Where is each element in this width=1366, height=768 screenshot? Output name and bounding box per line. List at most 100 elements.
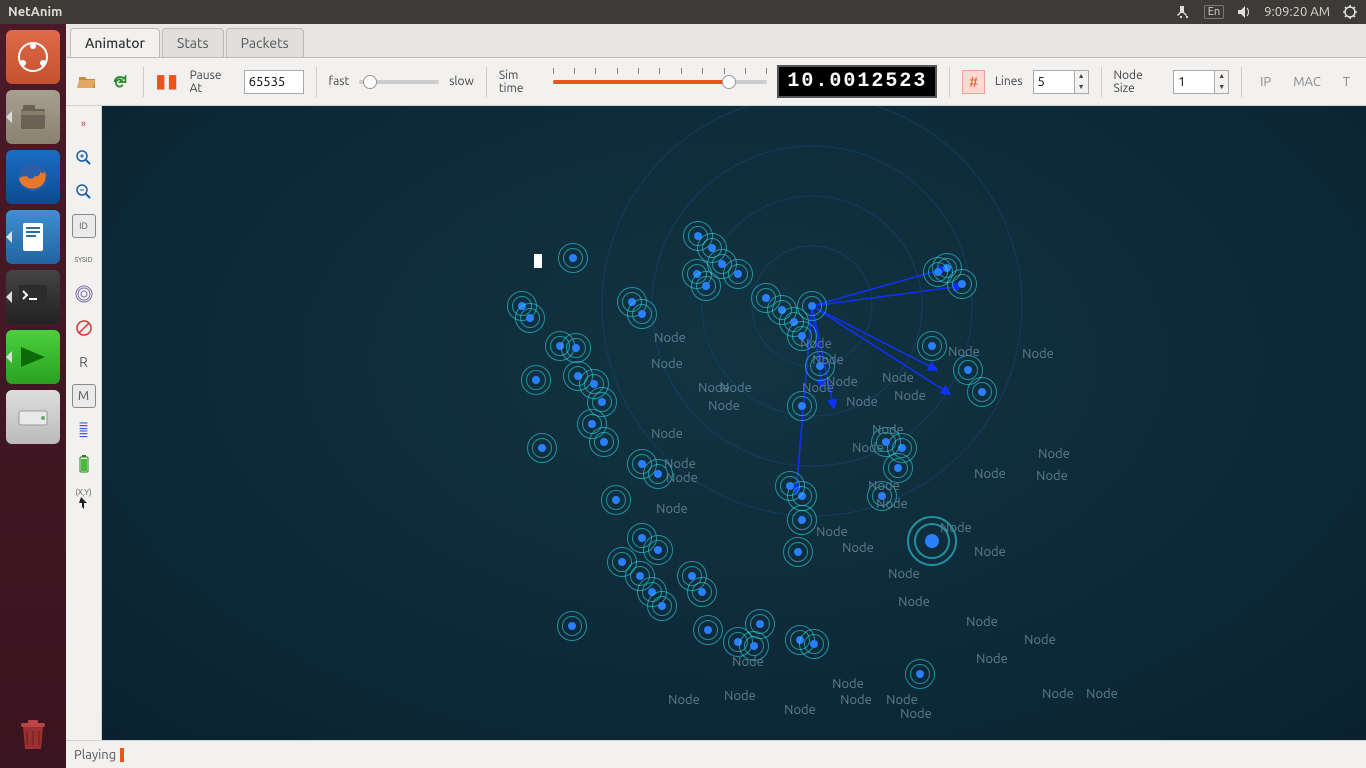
sim-node-label: Node: [852, 441, 884, 455]
sim-node[interactable]: [612, 496, 620, 504]
block-packets-toggle[interactable]: [72, 316, 96, 340]
battery-toggle[interactable]: [72, 452, 96, 476]
sim-node[interactable]: [654, 470, 662, 478]
sim-node[interactable]: [934, 268, 942, 276]
session-indicator[interactable]: [1342, 4, 1358, 20]
sim-node-label: Node: [724, 689, 756, 703]
sim-node[interactable]: [794, 548, 802, 556]
sim-node[interactable]: [654, 546, 662, 554]
sim-node[interactable]: [532, 376, 540, 384]
sim-node[interactable]: [786, 482, 794, 490]
sim-node-active[interactable]: [925, 534, 939, 548]
mobility-toggle[interactable]: M: [72, 384, 96, 408]
sim-node-label: Node: [1042, 687, 1074, 701]
sim-node-label: Node: [974, 467, 1006, 481]
keyboard-indicator[interactable]: En: [1204, 5, 1224, 19]
sim-node-label: Node: [651, 357, 683, 371]
sysid-toggle[interactable]: SYSID: [72, 248, 96, 272]
sim-node[interactable]: [704, 626, 712, 634]
step-button[interactable]: »: [72, 112, 96, 136]
tab-packets[interactable]: Packets: [226, 28, 304, 57]
sim-node[interactable]: [916, 670, 924, 678]
nodesize-input[interactable]: [1174, 71, 1214, 93]
status-text: Playing: [74, 748, 116, 762]
zoom-out-button[interactable]: [72, 180, 96, 204]
toggle-mac[interactable]: MAC: [1287, 72, 1327, 92]
reload-button[interactable]: [108, 70, 130, 94]
nodesize-spinner[interactable]: ▲▼: [1173, 70, 1229, 94]
lines-spinner[interactable]: ▲▼: [1033, 70, 1089, 94]
sim-node-label: Node: [816, 525, 848, 539]
sim-node-label: Node: [832, 677, 864, 691]
launcher-firefox[interactable]: [6, 150, 60, 204]
pause-button[interactable]: ▮▮: [156, 70, 180, 94]
sim-node[interactable]: [734, 270, 742, 278]
sim-node[interactable]: [526, 314, 534, 322]
sim-node[interactable]: [702, 282, 710, 290]
sim-node[interactable]: [618, 558, 626, 566]
launcher-netanim[interactable]: [6, 330, 60, 384]
reset-button[interactable]: R: [72, 350, 96, 374]
sim-node[interactable]: [658, 602, 666, 610]
speed-slider[interactable]: [359, 80, 439, 84]
launcher: [0, 24, 66, 768]
show-meta-toggle[interactable]: ≡≡: [72, 418, 96, 442]
sim-node[interactable]: [928, 342, 936, 350]
nodesize-down[interactable]: ▼: [1214, 82, 1228, 93]
sim-node[interactable]: [756, 620, 764, 628]
sim-node-label: Node: [720, 381, 752, 395]
sim-node-label: Node: [846, 395, 878, 409]
launcher-writer[interactable]: [6, 210, 60, 264]
pause-at-input[interactable]: [244, 70, 304, 94]
sim-node-label: Node: [1022, 347, 1054, 361]
sim-node-label: Node: [802, 381, 834, 395]
sim-node[interactable]: [964, 366, 972, 374]
launcher-dash[interactable]: [6, 30, 60, 84]
sound-indicator[interactable]: [1236, 4, 1252, 20]
sim-node[interactable]: [638, 310, 646, 318]
sim-node[interactable]: [750, 642, 758, 650]
sim-node[interactable]: [569, 254, 577, 262]
lines-up[interactable]: ▲: [1074, 71, 1088, 82]
sim-node[interactable]: [538, 444, 546, 452]
sim-node[interactable]: [894, 464, 902, 472]
clock[interactable]: 9:09:20 AM: [1264, 5, 1330, 19]
launcher-terminal[interactable]: [6, 270, 60, 324]
sim-node-label: Node: [872, 423, 904, 437]
wireless-circles-toggle[interactable]: [72, 282, 96, 306]
open-file-button[interactable]: [76, 70, 98, 94]
sim-node[interactable]: [978, 388, 986, 396]
tab-bar: Animator Stats Packets: [66, 24, 1366, 58]
tab-stats[interactable]: Stats: [162, 28, 224, 57]
sim-node[interactable]: [798, 516, 806, 524]
sim-node[interactable]: [958, 280, 966, 288]
zoom-in-button[interactable]: [72, 146, 96, 170]
toggle-t[interactable]: T: [1337, 72, 1356, 92]
sim-node[interactable]: [588, 420, 596, 428]
sim-node[interactable]: [598, 398, 606, 406]
sim-node[interactable]: [600, 438, 608, 446]
network-indicator[interactable]: [1176, 4, 1192, 20]
launcher-disk[interactable]: [6, 390, 60, 444]
sim-node[interactable]: [572, 344, 580, 352]
sim-node-label: Node: [898, 595, 930, 609]
tab-animator[interactable]: Animator: [70, 28, 160, 57]
nodesize-label: Node Size: [1113, 69, 1163, 95]
grid-toggle[interactable]: #: [962, 70, 985, 94]
sim-node[interactable]: [798, 402, 806, 410]
nodesize-up[interactable]: ▲: [1214, 71, 1228, 82]
sim-node[interactable]: [568, 622, 576, 630]
lines-input[interactable]: [1034, 71, 1074, 93]
toggle-ip[interactable]: IP: [1254, 72, 1277, 92]
position-toggle[interactable]: (X,Y): [72, 486, 96, 510]
nodeid-toggle[interactable]: ID: [72, 214, 96, 238]
launcher-files[interactable]: [6, 90, 60, 144]
simulation-canvas[interactable]: Node Node Node Node Node Node Node Node Node Node…: [102, 106, 1366, 740]
simtime-slider[interactable]: [553, 72, 768, 92]
sim-node[interactable]: [810, 640, 818, 648]
launcher-trash[interactable]: [6, 708, 60, 762]
main-area: » ID SYSID R M ≡≡ (X,Y) NodeNodeNodeNode…: [66, 106, 1366, 740]
sim-node[interactable]: [808, 302, 816, 310]
lines-down[interactable]: ▼: [1074, 82, 1088, 93]
sim-node[interactable]: [698, 588, 706, 596]
